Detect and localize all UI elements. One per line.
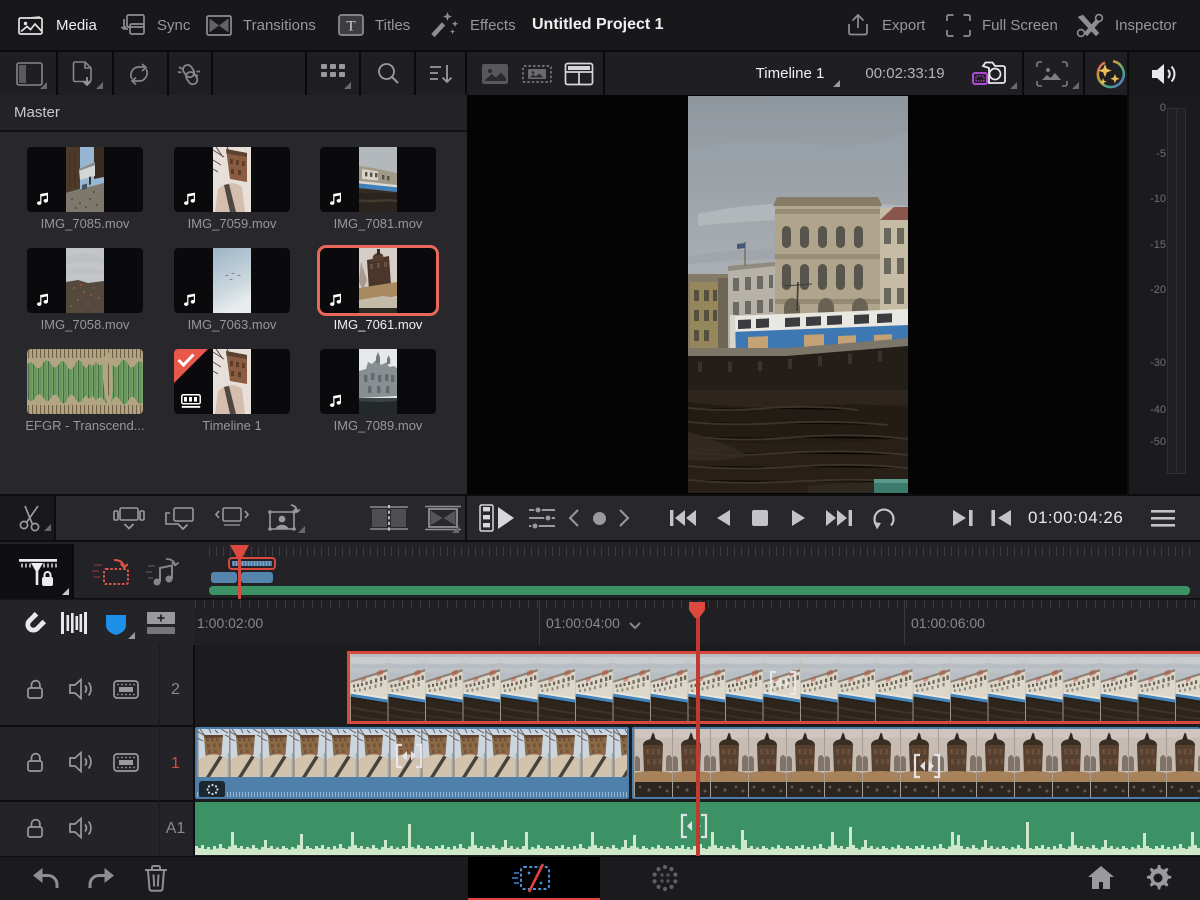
svg-text:T: T: [346, 19, 355, 35]
